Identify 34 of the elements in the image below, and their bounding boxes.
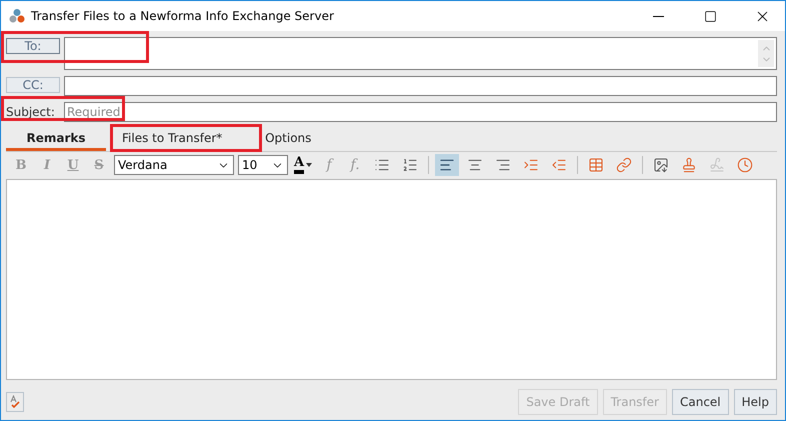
- window-title: Transfer Files to a Newforma Info Exchange Server: [31, 9, 335, 23]
- table-icon: [588, 157, 604, 173]
- tab[interactable]: Options: [238, 127, 338, 151]
- field-label: Subject:: [6, 104, 56, 121]
- font-select[interactable]: Verdana: [114, 155, 234, 175]
- dialog-button[interactable]: Help: [734, 389, 777, 415]
- font-color-button[interactable]: A: [292, 154, 314, 176]
- align-left-icon: [439, 157, 456, 173]
- address-field[interactable]: [64, 37, 777, 70]
- function-button[interactable]: f.: [344, 154, 366, 176]
- indent-icon: [523, 157, 540, 173]
- link-icon: [616, 157, 632, 173]
- maximize-icon: [704, 10, 716, 22]
- app-logo-icon: [9, 8, 25, 24]
- signature-icon: [709, 157, 726, 173]
- spell-check-icon[interactable]: [6, 392, 24, 412]
- size-select[interactable]: 10: [238, 155, 288, 175]
- caret-icon: [306, 163, 312, 167]
- function-button[interactable]: f: [318, 154, 340, 176]
- subject-field[interactable]: Required: [64, 102, 777, 122]
- stamp-icon: [681, 157, 698, 173]
- outdent-icon: [551, 157, 568, 173]
- tab[interactable]: Remarks: [6, 127, 106, 151]
- address-button[interactable]: CC:: [6, 77, 60, 93]
- timestamp-icon: [737, 157, 754, 173]
- align-left-button[interactable]: [435, 154, 460, 176]
- dialog-button[interactable]: Cancel: [672, 389, 729, 415]
- image-icon: [653, 157, 670, 173]
- address-field[interactable]: [64, 76, 777, 96]
- numbers-icon: [402, 157, 418, 173]
- align-center-icon: [467, 157, 484, 173]
- tab[interactable]: Files to Transfer*: [106, 127, 238, 151]
- align-right-icon: [495, 157, 512, 173]
- address-button[interactable]: To:: [6, 38, 60, 54]
